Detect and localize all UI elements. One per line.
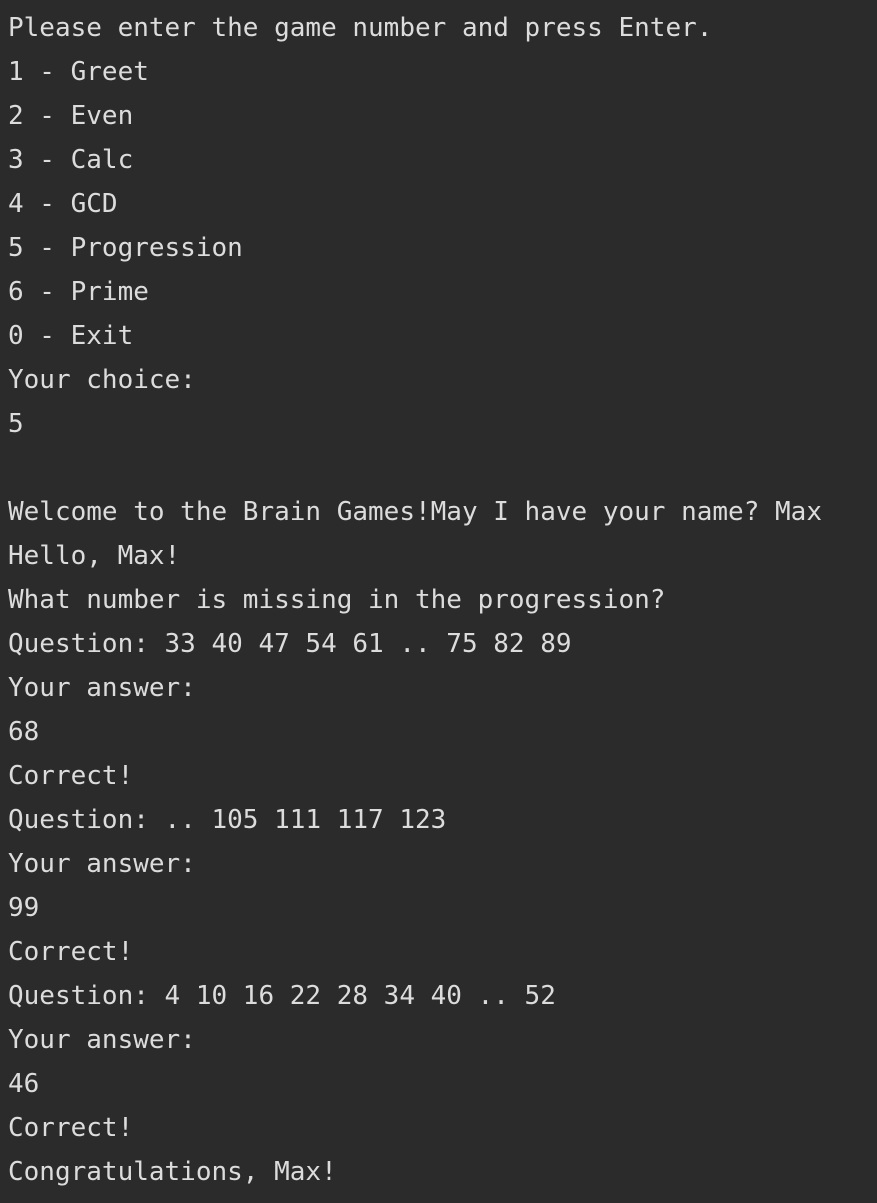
user-answer: 68 bbox=[8, 717, 40, 747]
menu-item-progression: 5 - Progression bbox=[8, 233, 243, 263]
menu-item-exit: 0 - Exit bbox=[8, 321, 134, 351]
game-rules: What number is missing in the progressio… bbox=[8, 585, 666, 615]
menu-item-calc: 3 - Calc bbox=[8, 145, 134, 175]
menu-item-greet: 1 - Greet bbox=[8, 57, 149, 87]
result-message: Correct! bbox=[8, 937, 134, 967]
question-line: Question: 4 10 16 22 28 34 40 .. 52 bbox=[8, 981, 556, 1011]
user-answer: 99 bbox=[8, 893, 40, 923]
menu-item-gcd: 4 - GCD bbox=[8, 189, 118, 219]
user-input-choice: 5 bbox=[8, 409, 24, 439]
greeting-message: Hello, Max! bbox=[8, 541, 181, 571]
user-answer: 46 bbox=[8, 1069, 40, 1099]
answer-prompt: Your answer: bbox=[8, 1025, 196, 1055]
terminal-output: Please enter the game number and press E… bbox=[0, 0, 877, 1203]
welcome-message: Welcome to the Brain Games!May I have yo… bbox=[8, 497, 822, 527]
result-message: Correct! bbox=[8, 761, 134, 791]
choice-prompt: Your choice: bbox=[8, 365, 196, 395]
result-message: Correct! bbox=[8, 1113, 134, 1143]
answer-prompt: Your answer: bbox=[8, 673, 196, 703]
answer-prompt: Your answer: bbox=[8, 849, 196, 879]
question-line: Question: .. 105 111 117 123 bbox=[8, 805, 447, 835]
menu-item-even: 2 - Even bbox=[8, 101, 134, 131]
question-line: Question: 33 40 47 54 61 .. 75 82 89 bbox=[8, 629, 572, 659]
menu-item-prime: 6 - Prime bbox=[8, 277, 149, 307]
congratulations-message: Congratulations, Max! bbox=[8, 1157, 337, 1187]
prompt-instruction: Please enter the game number and press E… bbox=[8, 13, 713, 43]
